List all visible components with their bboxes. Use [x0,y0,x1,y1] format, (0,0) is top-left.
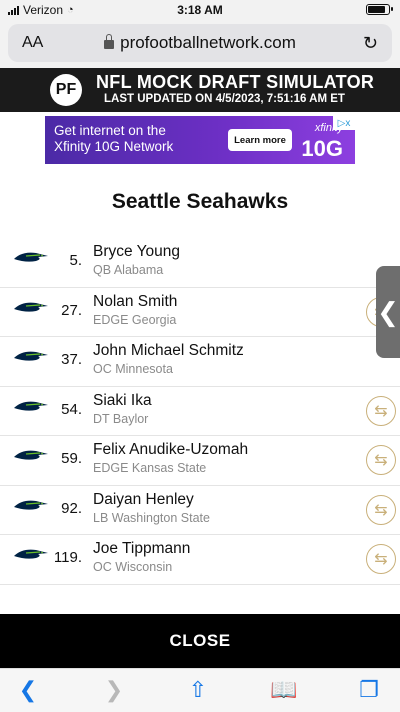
ad-text: Get internet on the Xfinity 10G Network [54,123,173,155]
back-icon[interactable]: ❮ [13,677,43,703]
browser-url-bar: AA profootballnetwork.com ↻ [0,20,400,68]
seahawks-logo-icon [14,450,48,460]
adchoices-icon[interactable]: ▷x [333,116,355,130]
pick-row[interactable]: 59. Felix Anudike-Uzomah EDGE Kansas Sta… [0,436,400,486]
seahawks-logo-icon [14,500,48,510]
player-position-school: OC Minnesota [93,362,173,376]
page-title: NFL MOCK DRAFT SIMULATOR [96,72,375,92]
player-name: Felix Anudike-Uzomah [93,441,249,458]
ad-text-line1: Get internet on the [54,123,166,138]
pick-number: 92. [61,499,82,517]
url-display[interactable]: profootballnetwork.com [8,33,392,53]
player-name: Bryce Young [93,243,181,260]
pick-row[interactable]: 37. John Michael Schmitz OC Minnesota [0,337,400,387]
player-position-school: QB Alabama [93,263,164,277]
pick-row[interactable]: 27. Nolan Smith EDGE Georgia ⇆ [0,288,400,337]
ad-learn-more-button[interactable]: Learn more [228,129,292,151]
ad-brand-product: 10G [301,136,343,161]
pick-number: 119. [53,549,82,566]
player-name: Nolan Smith [93,292,178,310]
swap-icon[interactable]: ⇆ [366,445,396,475]
pick-row[interactable]: 92. Daiyan Henley LB Washington State ⇆ [0,486,400,535]
player-name: John Michael Schmitz [93,342,244,359]
player-position-school: OC Wisconsin [93,560,173,574]
team-name: Seattle Seahawks [111,190,289,213]
pick-row[interactable]: 54. Siaki Ika DT Baylor ⇆ [0,387,400,436]
seahawks-logo-icon [14,351,48,361]
url-text: profootballnetwork.com [120,33,296,52]
pfn-logo[interactable]: PF [50,74,82,106]
side-panel-toggle[interactable]: ❮ [376,266,400,358]
site-header: PF NFL MOCK DRAFT SIMULATOR LAST UPDATED… [0,68,400,112]
team-picks-panel: Seattle Seahawks 5. Bryce Young QB Alaba… [0,168,400,614]
ad-banner[interactable]: Get internet on the Xfinity 10G Network … [45,116,355,164]
pick-row[interactable]: 119. Joe Tippmann OC Wisconsin ⇆ [0,535,400,585]
seahawks-logo-icon [14,252,48,262]
swap-icon[interactable]: ⇆ [366,395,396,426]
player-position-school: EDGE Georgia [93,312,177,327]
tabs-icon[interactable]: ❐ [354,677,384,703]
pick-row[interactable]: 5. Bryce Young QB Alabama [0,238,400,288]
pick-number: 59. [61,450,82,467]
status-bar: Verizon ◔ 3:18 AM [0,0,400,20]
player-position-school: DT Baylor [93,411,149,426]
last-updated: LAST UPDATED ON 4/5/2023, 7:51:16 AM ET [104,93,345,105]
pick-number: 27. [61,301,82,319]
forward-icon[interactable]: ❯ [99,677,129,703]
player-name: Daiyan Henley [93,490,194,508]
reload-icon[interactable]: ↻ [363,33,378,54]
player-name: Joe Tippmann [93,540,191,557]
player-position-school: LB Washington State [93,510,210,525]
swap-icon[interactable]: ⇆ [366,544,396,574]
seahawks-logo-icon [14,401,48,411]
player-position-school: EDGE Kansas State [93,461,207,475]
share-icon[interactable]: ⇧ [183,677,213,703]
pick-number: 5. [69,252,82,269]
battery-icon [366,4,393,15]
clock: 3:18 AM [177,3,223,17]
pick-number: 54. [61,400,82,418]
player-name: Siaki Ika [93,391,152,409]
lock-icon [104,34,115,49]
browser-toolbar: ❮ ❯ ⇧ 📖 ❐ [0,668,400,712]
pick-list: 5. Bryce Young QB Alabama 27. Nolan Smit… [0,238,400,585]
swap-icon[interactable]: ⇆ [366,494,396,525]
ad-text-line2: Xfinity 10G Network [54,139,174,154]
address-field[interactable]: AA profootballnetwork.com ↻ [8,24,392,62]
close-button[interactable]: CLOSE [0,614,400,668]
seahawks-logo-icon [14,549,48,559]
seahawks-logo-icon [14,302,48,312]
bookmarks-icon[interactable]: 📖 [269,677,299,703]
pick-number: 37. [61,351,82,368]
